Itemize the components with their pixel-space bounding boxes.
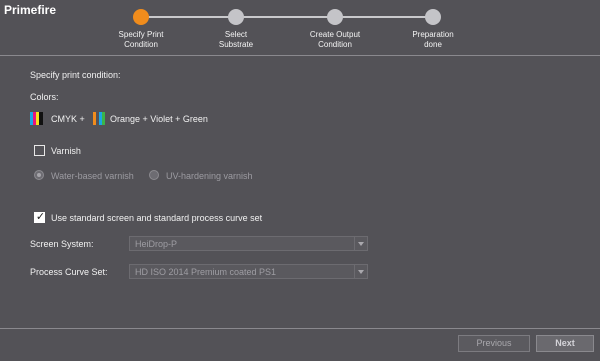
step-3-dot (327, 9, 343, 25)
screen-system-select[interactable]: HeiDrop-P (129, 236, 368, 251)
process-curve-select[interactable]: HD ISO 2014 Premium coated PS1 (129, 264, 368, 279)
next-button[interactable]: Next (536, 335, 594, 352)
print-condition-heading: Specify print condition: (30, 70, 121, 80)
standard-curves-checkbox[interactable]: ✓ (34, 211, 46, 223)
water-based-varnish-radio[interactable] (34, 170, 44, 180)
extended-colors-swatch-icon (93, 112, 107, 125)
header-divider (0, 55, 600, 56)
step-2-dot (228, 9, 244, 25)
chevron-down-icon (354, 265, 367, 278)
checkmark-icon: ✓ (35, 211, 46, 223)
varnish-label: Varnish (51, 146, 81, 156)
previous-button[interactable]: Previous (458, 335, 530, 352)
uv-hardening-varnish-radio[interactable] (149, 170, 159, 180)
progress-stepper: Specify Print Condition Select Substrate… (0, 0, 600, 55)
stepper-track (141, 16, 433, 18)
cmyk-label: CMYK + (51, 114, 85, 124)
step-3-label: Create Output Condition (309, 30, 361, 49)
screen-system-value: HeiDrop-P (135, 239, 178, 249)
footer-divider (0, 328, 600, 329)
water-based-varnish-label: Water-based varnish (51, 171, 134, 181)
chevron-down-icon (354, 237, 367, 250)
colors-label: Colors: (30, 92, 59, 102)
uv-hardening-varnish-label: UV-hardening varnish (166, 171, 253, 181)
process-curve-label: Process Curve Set: (30, 267, 108, 277)
extended-colors-label: Orange + Violet + Green (110, 114, 208, 124)
step-2-label: Select Substrate (218, 30, 254, 49)
varnish-checkbox[interactable] (34, 145, 45, 156)
standard-curves-label: Use standard screen and standard process… (51, 213, 263, 223)
step-1-dot (133, 9, 149, 25)
step-4-label: Preparation done (412, 30, 454, 49)
screen-system-label: Screen System: (30, 239, 94, 249)
cmyk-swatch-icon (30, 112, 44, 125)
step-4-dot (425, 9, 441, 25)
step-1-label: Specify Print Condition (118, 30, 164, 49)
process-curve-value: HD ISO 2014 Premium coated PS1 (135, 267, 277, 277)
